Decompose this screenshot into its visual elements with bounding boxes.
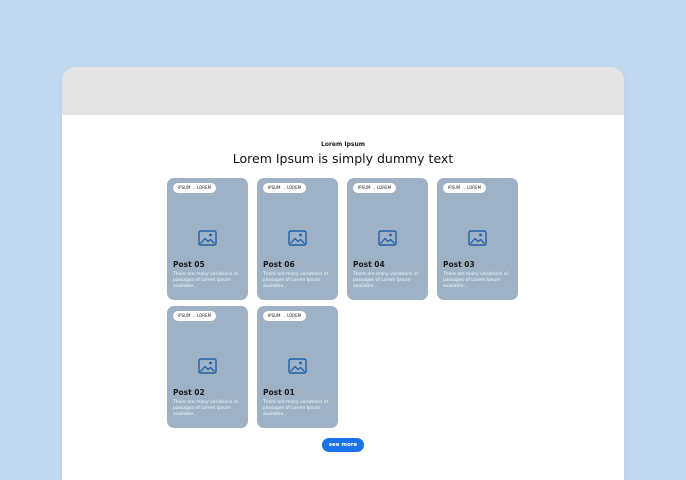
section-eyebrow: Lorem Ipsum [321,141,365,148]
post-card[interactable]: IPSUM.. LOREM Post 01 There are many vari… [257,306,338,428]
post-card[interactable]: IPSUM.. LOREM Post 05 There are many vari… [167,178,248,300]
browser-window: Lorem Ipsum Lorem Ipsum is simply dummy … [62,67,624,480]
tag-separator: .. [462,185,466,190]
tag-separator: .. [282,313,286,318]
post-title: Post 01 [263,388,295,397]
post-card[interactable]: IPSUM.. LOREM Post 02 There are many vari… [167,306,248,428]
tag-first: IPSUM [448,185,461,190]
post-title: Post 05 [173,260,205,269]
post-tag[interactable]: IPSUM.. LOREM [173,311,217,321]
tag-second: LOREM [287,185,302,190]
tag-second: LOREM [377,185,392,190]
image-placeholder-icon [288,358,307,374]
tag-second: LOREM [197,313,212,318]
tag-first: IPSUM [358,185,371,190]
page-content: Lorem Ipsum Lorem Ipsum is simply dummy … [62,115,624,480]
post-tag[interactable]: IPSUM.. LOREM [263,311,307,321]
post-description: There are many variations of passages of… [173,400,239,417]
post-description: There are many variations of passages of… [263,400,329,417]
image-placeholder-icon [198,358,217,374]
post-description: There are many variations of passages of… [173,272,239,289]
post-description: There are many variations of passages of… [443,272,509,289]
image-placeholder-icon [378,230,397,246]
tag-separator: .. [192,313,196,318]
tag-second: LOREM [197,185,212,190]
post-title: Post 06 [263,260,295,269]
window-titlebar [62,67,624,115]
post-title: Post 03 [443,260,475,269]
post-title: Post 02 [173,388,205,397]
post-description: There are many variations of passages of… [263,272,329,289]
tag-second: LOREM [287,313,302,318]
image-placeholder-icon [468,230,487,246]
post-tag[interactable]: IPSUM.. LOREM [443,183,487,193]
post-tag[interactable]: IPSUM.. LOREM [173,183,217,193]
post-tag[interactable]: IPSUM.. LOREM [353,183,397,193]
post-card[interactable]: IPSUM.. LOREM Post 03 There are many vari… [437,178,518,300]
tag-first: IPSUM [268,185,281,190]
image-placeholder-icon [198,230,217,246]
tag-separator: .. [372,185,376,190]
tag-first: IPSUM [178,313,191,318]
tag-second: LOREM [467,185,482,190]
tag-first: IPSUM [178,185,191,190]
post-title: Post 04 [353,260,385,269]
tag-first: IPSUM [268,313,281,318]
post-tag[interactable]: IPSUM.. LOREM [263,183,307,193]
image-placeholder-icon [288,230,307,246]
see-more-button[interactable]: see more [322,438,364,452]
post-card[interactable]: IPSUM.. LOREM Post 04 There are many vari… [347,178,428,300]
section-heading: Lorem Ipsum is simply dummy text [232,151,454,166]
tag-separator: .. [192,185,196,190]
post-description: There are many variations of passages of… [353,272,419,289]
tag-separator: .. [282,185,286,190]
post-card[interactable]: IPSUM.. LOREM Post 06 There are many vari… [257,178,338,300]
